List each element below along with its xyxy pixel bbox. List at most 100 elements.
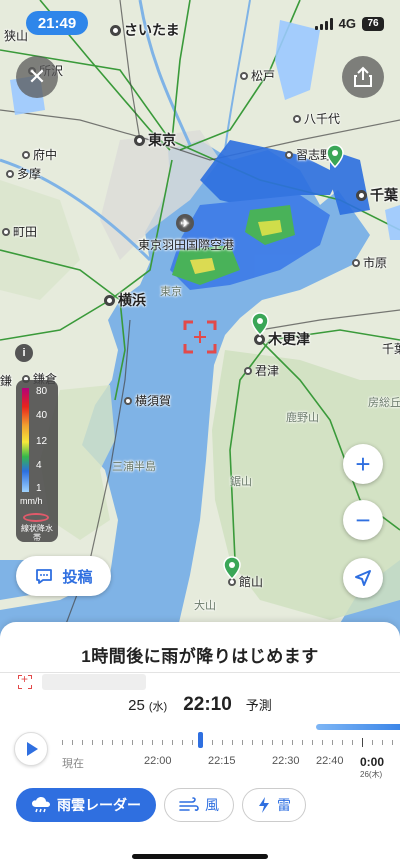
- location-arrow-icon: [355, 570, 371, 586]
- signal-icon: [314, 17, 333, 30]
- place-machida: 町田: [2, 223, 37, 240]
- play-icon: [27, 742, 38, 756]
- rain-cloud-icon: [32, 797, 50, 813]
- airplane-icon: ✈: [176, 214, 194, 232]
- plus-icon: +: [355, 448, 371, 479]
- timeline-tick: [82, 740, 83, 745]
- timeline-tick: [352, 740, 353, 745]
- timeline-tick: [232, 740, 233, 745]
- place-fuchu: 府中: [22, 146, 57, 163]
- timeline-label: 22:30: [272, 755, 300, 767]
- timeline-tick: [132, 740, 133, 745]
- network-type: 4G: [338, 16, 356, 31]
- city-dot-icon: [240, 71, 248, 80]
- timeline-tick: [212, 740, 213, 745]
- status-time: 21:49: [26, 11, 88, 35]
- timeline-tick: [222, 740, 223, 745]
- place-miura: 三浦半島: [112, 461, 156, 473]
- timeline-tick: [102, 740, 103, 745]
- city-dot-icon: [104, 294, 115, 306]
- layer-tabs: 雨雲レーダー 風 雷: [16, 788, 306, 822]
- timeline-tick: [72, 740, 73, 745]
- home-indicator: [132, 854, 268, 859]
- place-narashino: 習志野: [285, 146, 332, 163]
- status-indicators: 4G 76: [314, 16, 384, 31]
- rain-forecast-bar: [316, 724, 400, 730]
- forecast-weekday: (水): [148, 701, 168, 713]
- forecast-mode: 予測: [245, 698, 272, 713]
- close-icon: ✕: [27, 64, 47, 89]
- timeline-tick: [172, 740, 173, 745]
- wind-icon: [179, 797, 199, 811]
- timeline-tick: [362, 738, 363, 747]
- timeline-tick: [262, 740, 263, 745]
- radar-map[interactable]: 狭山 さいたま 所沢 松戸 八千代 習志野 千葉 東京 府中 多摩 町田 ✈ 東…: [0, 0, 400, 640]
- timeline-tick: [322, 740, 323, 745]
- location-name-redacted: [42, 674, 146, 690]
- place-kanozan: 鹿野山: [286, 412, 319, 424]
- map-terrain: [0, 0, 400, 640]
- battery-icon: 76: [362, 16, 384, 31]
- close-button[interactable]: ✕: [16, 56, 58, 98]
- timeline-tick: [112, 740, 113, 745]
- tab-label: 雨雲レーダー: [57, 797, 141, 813]
- timeline-tick: [382, 740, 383, 745]
- timeline-tick: [392, 740, 393, 745]
- timeline-tick: [242, 740, 243, 745]
- tab-wind[interactable]: 風: [164, 788, 234, 822]
- info-button[interactable]: i: [15, 344, 33, 362]
- timeline-tick: [312, 740, 313, 745]
- share-button[interactable]: [342, 56, 384, 98]
- timeline-ticks: [62, 738, 400, 750]
- post-button[interactable]: 投稿: [16, 556, 111, 596]
- tab-label: 雷: [277, 797, 291, 813]
- legend-level: 40: [36, 410, 48, 421]
- timeline-tick: [272, 740, 273, 745]
- place-ka: 鎌: [0, 374, 13, 388]
- current-location-button[interactable]: [343, 558, 383, 598]
- play-button[interactable]: [14, 732, 48, 766]
- map-pin-icon[interactable]: [223, 556, 241, 580]
- city-dot-icon: [134, 134, 145, 146]
- place-tama: 多摩: [6, 165, 41, 182]
- timeline-tick: [342, 740, 343, 745]
- place-chiba: 千葉: [356, 185, 398, 205]
- time-slider[interactable]: 現在 22:00 22:15 22:30 22:40 0:00 26(木): [62, 722, 400, 792]
- place-matsudo: 松戸: [240, 67, 275, 84]
- timeline-tick: [192, 740, 193, 745]
- tab-rain-radar[interactable]: 雨雲レーダー: [16, 788, 156, 822]
- city-dot-icon: [293, 114, 301, 123]
- divider: [0, 672, 400, 673]
- timeline-tick: [142, 740, 143, 745]
- place-yokosuka: 横須賀: [124, 392, 171, 409]
- timeline-tick: [62, 740, 63, 745]
- timeline-handle[interactable]: [198, 732, 203, 748]
- timeline-tick: [332, 740, 333, 745]
- map-pin-icon[interactable]: [251, 312, 269, 336]
- timeline-tick: [182, 740, 183, 745]
- tab-lightning[interactable]: 雷: [242, 788, 306, 822]
- city-dot-icon: [2, 227, 10, 236]
- city-dot-icon: [6, 169, 14, 178]
- place-oyama: 大山: [194, 600, 216, 612]
- timeline-tick: [152, 740, 153, 745]
- forecast-datetime: 25 (水) 22:10 予測: [0, 694, 400, 716]
- timeline-label: 22:15: [208, 755, 236, 767]
- legend-level: 12: [36, 436, 48, 447]
- legend-level: 4: [36, 460, 42, 471]
- rain-legend: 80 40 12 4 1 mm/h 線状降水帯: [16, 380, 58, 542]
- info-icon: i: [22, 347, 26, 359]
- timeline-tick: [162, 740, 163, 745]
- timeline-next-date: 26(木): [360, 770, 383, 779]
- place-bay-label: 東京: [160, 286, 182, 298]
- forecast-sheet: 1時間後に雨が降りはじめます 25 (水) 22:10 予測 現在 22:00 …: [0, 622, 400, 866]
- location-row[interactable]: [18, 672, 146, 690]
- city-dot-icon: [356, 189, 367, 201]
- map-pin-icon[interactable]: [326, 144, 344, 168]
- forecast-time: 22:10: [183, 694, 232, 715]
- city-dot-icon: [244, 366, 252, 375]
- zoom-out-button[interactable]: −: [343, 500, 383, 540]
- timeline-tick: [122, 740, 123, 745]
- place-kimitsu: 君津: [244, 362, 279, 379]
- zoom-in-button[interactable]: +: [343, 444, 383, 484]
